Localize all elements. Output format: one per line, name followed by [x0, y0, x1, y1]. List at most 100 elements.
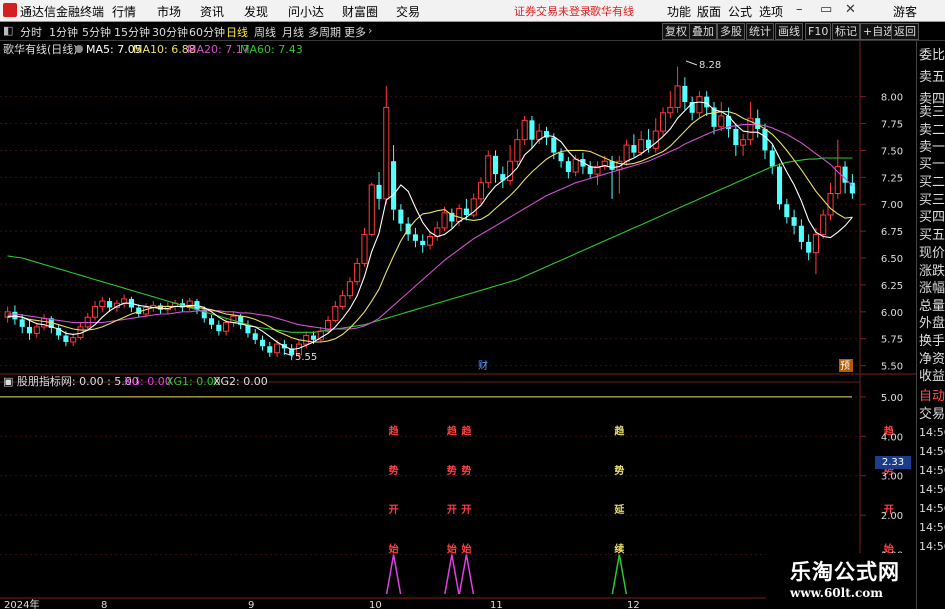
candle-up [346, 281, 353, 297]
candle-down [412, 234, 418, 241]
candle-down [259, 339, 266, 347]
user-label[interactable]: 游客 [893, 3, 917, 20]
candle-up [456, 208, 463, 222]
overlay-button[interactable]: 叠加 [689, 23, 717, 40]
candle-down [267, 346, 273, 353]
period-15min[interactable]: 15分钟 [114, 24, 150, 40]
candle-up [361, 233, 368, 264]
price-tick-label: 5.50 [881, 362, 903, 373]
event-forecast-mark[interactable]: 预 [840, 360, 850, 372]
mark-button[interactable]: 标记 [832, 23, 860, 40]
signal-char: 势 [389, 464, 399, 477]
settings-dot-icon[interactable] [75, 45, 83, 53]
indicator-tick-label: 2.00 [881, 511, 903, 522]
period-toolbar: ◧ 分时 1分钟 5分钟 15分钟 30分钟 60分钟 日线 周线 月线 多周期… [0, 22, 945, 41]
minimize-icon[interactable]: – [796, 2, 803, 17]
panel-label-trade[interactable]: 交易 [919, 403, 945, 422]
menu-quotes[interactable]: 行情 [112, 3, 136, 20]
menu-discover[interactable]: 发现 [244, 3, 268, 20]
app-title: 通达信金融终端 [20, 5, 105, 19]
candle-down [19, 319, 25, 327]
date-label-dec: 12 [627, 600, 640, 609]
period-more[interactable]: 更多 [344, 24, 366, 40]
menu-layout[interactable]: 版面 [697, 3, 721, 20]
date-label-nov: 11 [490, 600, 503, 609]
candle-down [208, 318, 215, 325]
menu-market[interactable]: 市场 [157, 3, 181, 20]
low-price-mark: 5.55 [295, 352, 317, 363]
trade-time-5: 14:56 [919, 502, 945, 515]
indicator-tick-label: 4.00 [881, 432, 903, 443]
menu-wealth[interactable]: 财富圈 [342, 3, 378, 20]
close-icon[interactable]: ✕ [845, 2, 856, 17]
candle-down [704, 96, 710, 108]
candle-up [121, 298, 128, 304]
candle-down [529, 120, 535, 140]
event-finance-mark[interactable]: 财 [478, 359, 488, 372]
candle-down [762, 128, 768, 151]
stock-title: 歌华有线(日线) [3, 42, 78, 56]
period-60min[interactable]: 60分钟 [189, 24, 225, 40]
price-tick-label: 7.75 [881, 120, 903, 131]
candle-up [521, 119, 528, 141]
candle-up [70, 337, 77, 343]
candle-up [740, 139, 747, 146]
menu-options[interactable]: 选项 [759, 3, 783, 20]
signal-char: 趋 [389, 424, 400, 437]
candle-down [806, 241, 812, 253]
price-tick-label: 6.75 [881, 227, 903, 238]
candle-up [332, 305, 339, 321]
multi-stock-button[interactable]: 多股 [717, 23, 745, 40]
price-tick-label: 7.50 [881, 146, 903, 157]
restore-icon[interactable]: ▭ [820, 2, 832, 17]
period-multi[interactable]: 多周期 [308, 24, 341, 40]
candle-down [376, 184, 382, 199]
adjust-button[interactable]: 复权 [662, 23, 690, 40]
candle-up [354, 262, 361, 283]
candle-down [587, 166, 593, 175]
price-tick-label: 7.00 [881, 200, 903, 211]
signal-char: 趋 [461, 424, 472, 437]
candle-down [252, 333, 258, 340]
period-weekly[interactable]: 周线 [254, 24, 276, 40]
panel-label-auto[interactable]: 自动 [919, 385, 945, 404]
draw-line-button[interactable]: 画线 [775, 23, 803, 40]
chevron-right-icon[interactable]: › [368, 24, 372, 37]
candle-down [565, 161, 571, 172]
panel-label-sell5: 卖五 [919, 70, 945, 85]
signal-char: 开 [389, 504, 399, 516]
left-arrow-icon[interactable]: ◧ [3, 24, 13, 37]
candle-up [652, 130, 659, 149]
period-30min[interactable]: 30分钟 [152, 24, 188, 40]
menu-function[interactable]: 功能 [667, 3, 691, 20]
panel-label-eps: 收益 [919, 369, 945, 384]
candle-up [426, 236, 434, 246]
signal-char: 开 [447, 504, 457, 516]
candle-up [368, 184, 375, 235]
kline-chart[interactable]: 趋势开始趋势开始趋势开始趋势延续趋势开始 歌华有线(日线) MA5: 7.05 … [0, 41, 916, 609]
period-monthly[interactable]: 月线 [282, 24, 304, 40]
panel-label-weibi: 委比 [919, 48, 945, 63]
period-timeline[interactable]: 分时 [20, 24, 42, 40]
panel-label-outer: 外盘 [919, 316, 945, 331]
watermark-title: 乐淘公式网 [790, 560, 900, 584]
candle-up [659, 112, 667, 132]
candle-up [667, 106, 674, 114]
panel-label-buy2: 买二 [919, 175, 945, 190]
candle-up [696, 96, 703, 114]
f10-button[interactable]: F10 [805, 23, 832, 40]
period-daily[interactable]: 日线 [226, 24, 248, 40]
candle-up [33, 326, 40, 334]
period-5min[interactable]: 5分钟 [82, 24, 111, 40]
menu-formula[interactable]: 公式 [728, 3, 752, 20]
indicator-title: ▣ 股朋指标网: 0.00 : 5.00 [3, 374, 139, 388]
menu-trade[interactable]: 交易 [396, 3, 420, 20]
period-1min[interactable]: 1分钟 [49, 24, 78, 40]
stats-button[interactable]: 统计 [746, 23, 774, 40]
signal-char: 始 [461, 543, 471, 556]
back-button[interactable]: 返回 [891, 23, 919, 40]
menu-ask[interactable]: 问小达 [288, 3, 324, 20]
menu-news[interactable]: 资讯 [200, 3, 224, 20]
login-notice[interactable]: 证券交易未登录 [514, 3, 591, 19]
candle-down [733, 128, 739, 146]
